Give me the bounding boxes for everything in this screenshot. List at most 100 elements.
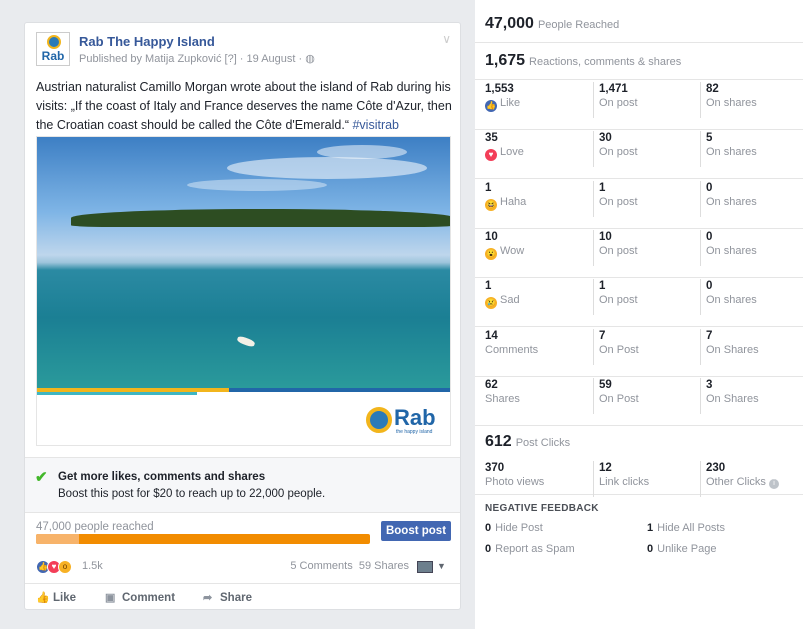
rab-ring-icon	[366, 407, 392, 433]
breakdown-on-shares-cell: 3 On Shares	[700, 377, 800, 414]
negative-hide-all: 1 Hide All Posts	[647, 522, 725, 534]
sad-icon: 😢	[485, 297, 497, 310]
breakdown-on-shares-label: On shares	[706, 244, 757, 257]
breakdown-on-shares-label: On shares	[706, 97, 757, 109]
breakdown-on-shares-label: On shares	[706, 146, 757, 159]
breakdown-on-post-cell: 10 On post	[593, 229, 693, 266]
breakdown-on-post-label: On post	[599, 294, 638, 307]
breakdown-label: Haha	[500, 195, 527, 208]
breakdown-label: Like	[500, 97, 521, 109]
breakdown-row: 1 😢 Sad 1 On post 0 On shares	[475, 279, 803, 328]
reach-bar-organic	[36, 534, 80, 544]
stripe-blue	[229, 388, 450, 392]
breakdown-total: 35	[485, 132, 498, 145]
post-header: Rab Rab The Happy Island Published by Ma…	[36, 32, 451, 68]
breakdown-on-post-cell: 30 On post	[593, 131, 693, 168]
engagement-label: Reactions, comments & shares	[529, 56, 682, 68]
shares-count[interactable]: 59 Shares	[359, 560, 409, 572]
click-value: 230	[706, 462, 726, 474]
breakdown-on-shares-label: On Shares	[706, 343, 759, 356]
breakdown-on-shares: 0	[706, 280, 713, 293]
divider	[475, 79, 803, 80]
post-meta: Published by Matija Zupković [?] · 19 Au…	[79, 53, 315, 65]
breakdown-label: Comments	[485, 343, 539, 356]
post-card: Rab Rab The Happy Island Published by Ma…	[24, 22, 461, 610]
divider	[475, 42, 803, 43]
like-button[interactable]: 👍 Like	[36, 591, 76, 604]
breakdown-on-post: 1	[599, 280, 606, 293]
checkmark-icon: ✔	[35, 469, 48, 486]
wow-icon: 😮	[485, 247, 497, 260]
breakdown-on-post: 10	[599, 230, 612, 243]
breakdown-on-post: 1	[599, 181, 606, 194]
breakdown-total-cell: 10 😮 Wow	[485, 230, 585, 266]
breakdown-row: 14 Comments 7 On Post 7 On Shares	[475, 328, 803, 377]
neg-value: 0	[485, 543, 492, 555]
breakdown-on-post-label: On post	[599, 195, 638, 208]
chevron-down-icon[interactable]: ∨	[442, 32, 451, 46]
breakdown-on-post-cell: 1,471 On post	[593, 82, 693, 118]
negative-hide-post: 0 Hide Post	[485, 522, 543, 534]
post-as-selector[interactable]: ▼	[417, 559, 451, 575]
breakdown-on-post: 59	[599, 378, 612, 391]
engagement-summary: 👍 ♥ o 1.5k 5 Comments 59 Shares ▼	[36, 559, 451, 575]
page-name-link[interactable]: Rab The Happy Island	[79, 34, 215, 49]
reaction-icons[interactable]: 👍 ♥ o	[36, 560, 78, 574]
reach-label: 47,000 people reached	[36, 521, 154, 533]
share-arrow-icon: ➦	[203, 592, 213, 604]
brand-tagline: the happy island	[396, 429, 433, 435]
boost-promo: ✔ Get more likes, comments and shares Bo…	[25, 457, 460, 513]
neg-label: Hide Post	[495, 522, 543, 534]
breakdown-total: 1	[485, 181, 492, 194]
click-cell-link: 12 Link clicks	[593, 461, 693, 497]
neg-label: Hide All Posts	[657, 522, 725, 534]
breakdown-on-post-label: On post	[599, 244, 638, 257]
thumbs-up-icon: 👍	[36, 592, 50, 604]
comments-shares-count: 5 Comments 59 Shares	[290, 560, 409, 572]
breakdown-label: Wow	[500, 244, 525, 257]
breakdown-row: 62 Shares 59 On Post 3 On Shares	[475, 377, 803, 426]
click-breakdown-row: 370 Photo views 12 Link clicks 230 Other…	[475, 461, 803, 497]
breakdown-on-shares: 0	[706, 181, 713, 194]
neg-value: 1	[647, 522, 654, 534]
breakdown-on-post-label: On Post	[599, 343, 639, 356]
breakdown-label-wrap: 😮 Wow	[485, 244, 585, 260]
breakdown-on-shares-cell: 0 On shares	[700, 279, 800, 316]
breakdown-on-shares-cell: 5 On shares	[700, 131, 800, 168]
info-icon[interactable]: i	[768, 479, 779, 489]
hashtag-link[interactable]: #visitrab	[352, 118, 399, 132]
comments-count[interactable]: 5 Comments	[290, 560, 352, 572]
click-label: Link clicks	[599, 476, 650, 488]
brand-word: Rab	[394, 405, 436, 430]
breakdown-on-post-label: On post	[599, 97, 638, 109]
breakdown-row: 1 😆 Haha 1 On post 0 On shares	[475, 180, 803, 229]
like-icon: 👍	[485, 100, 497, 112]
click-value: 370	[485, 462, 505, 474]
breakdown-on-shares: 0	[706, 230, 713, 243]
clicks-headline: 612 Post Clicks	[485, 433, 570, 451]
breakdown-on-shares: 7	[706, 329, 713, 342]
clicks-value: 612	[485, 433, 512, 450]
post-image[interactable]: Rab the happy island	[36, 136, 451, 446]
page-avatar[interactable]: Rab	[36, 32, 70, 66]
reactions-count[interactable]: 1.5k	[82, 560, 103, 572]
breakdown-total-cell: 14 Comments	[485, 329, 585, 365]
share-button[interactable]: ➦ Share	[203, 591, 252, 604]
clicks-label: Post Clicks	[515, 437, 571, 449]
engagement-value: 1,675	[485, 52, 526, 69]
rab-logo-icon	[47, 35, 61, 49]
boost-post-button[interactable]: Boost post	[381, 521, 451, 541]
breakdown-label-wrap: Comments	[485, 343, 585, 357]
comment-button[interactable]: ▣ Comment	[105, 591, 175, 604]
cloud	[187, 179, 327, 191]
island	[71, 209, 450, 227]
comment-icon: ▣	[105, 592, 116, 604]
breakdown-on-shares: 3	[706, 378, 713, 391]
like-label: Like	[53, 592, 77, 604]
breakdown-total-cell: 35 ♥ Love	[485, 131, 585, 167]
brand-stripes	[37, 388, 450, 395]
post-actions: 👍 Like ▣ Comment ➦ Share	[25, 583, 460, 610]
breakdown-row: 35 ♥ Love 30 On post 5 On shares	[475, 131, 803, 180]
breakdown-on-post-cell: 59 On Post	[593, 377, 693, 414]
avatar-text: Rab	[41, 49, 65, 63]
